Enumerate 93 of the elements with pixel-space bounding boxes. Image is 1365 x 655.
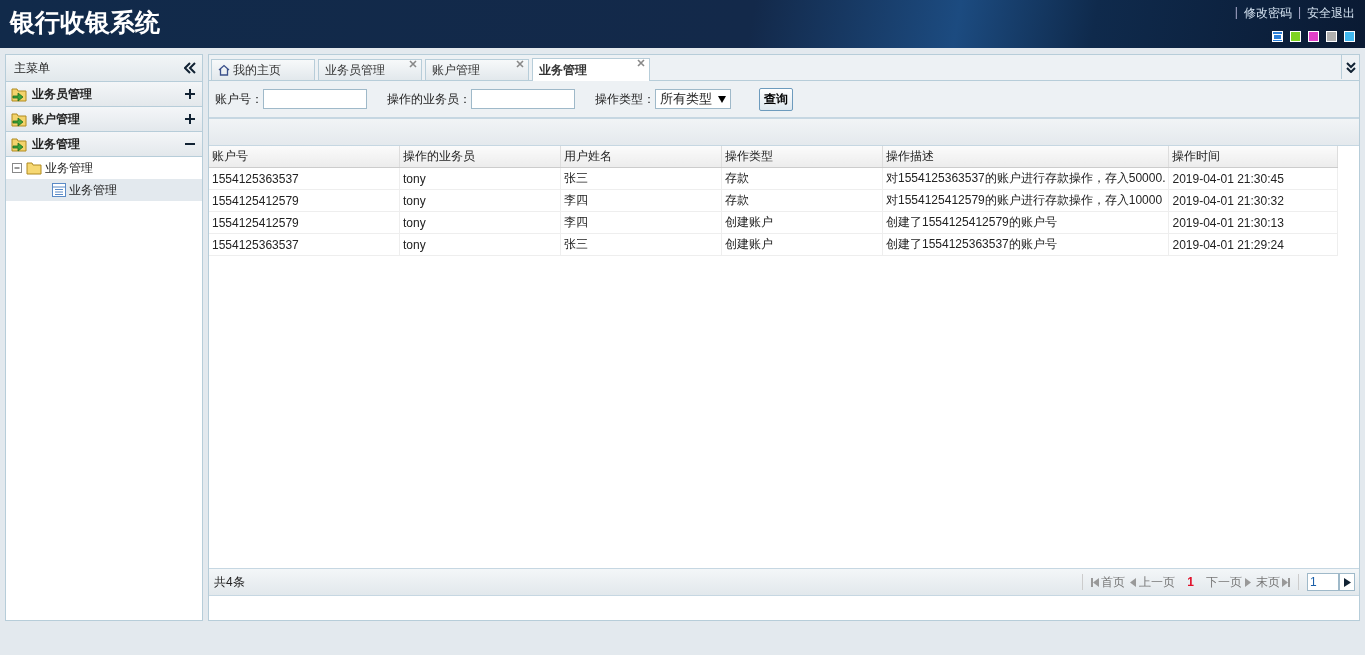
menu-section-label: 账户管理 [32, 110, 80, 128]
menu-section[interactable]: 业务管理 [6, 132, 202, 157]
page-input[interactable]: 1 [1307, 573, 1339, 591]
table-cell: 2019-04-01 21:30:45 [1168, 167, 1338, 190]
field-label: 操作的业务员： [387, 90, 471, 108]
tree-item[interactable]: 业务管理 [6, 179, 202, 201]
tab-menu-button[interactable] [1341, 55, 1359, 79]
pager-link[interactable]: 上一页 [1129, 573, 1176, 591]
first-page-icon [1091, 576, 1100, 588]
collapse-box-icon [12, 162, 23, 174]
table-cell: 创建账户 [721, 211, 883, 234]
theme-swatch[interactable] [1308, 31, 1319, 42]
tab-label: 我的主页 [233, 61, 281, 79]
table-cell: 创建账户 [721, 233, 883, 256]
tree-item-label: 业务管理 [69, 181, 117, 199]
field-label: 账户号： [215, 90, 263, 108]
record-count: 共4条 [214, 573, 245, 591]
tree-item-label: 业务管理 [45, 159, 93, 177]
app-title: 银行收银系统 [8, 7, 161, 38]
close-icon [637, 59, 645, 67]
separator: | [1297, 5, 1301, 21]
theme-swatch[interactable] [1344, 31, 1355, 42]
play-icon [1343, 577, 1351, 587]
column-header[interactable]: 账户号 [209, 146, 400, 168]
menu-section[interactable]: 账户管理 [6, 107, 202, 132]
folder-arrow-icon [11, 86, 27, 102]
tab-label: 业务员管理 [325, 61, 385, 79]
table-cell: 2019-04-01 21:30:32 [1168, 189, 1338, 212]
tab[interactable]: 账户管理 [425, 59, 529, 80]
table-cell: 1554125412579 [209, 189, 400, 212]
theme-swatch[interactable] [1272, 31, 1283, 42]
prev-page-icon [1129, 576, 1138, 588]
table-cell: 存款 [721, 189, 883, 212]
tab[interactable]: 业务管理 [532, 58, 650, 81]
table-cell: tony [399, 189, 561, 212]
pager-link[interactable]: 首页 [1091, 573, 1126, 591]
tree-item[interactable]: 业务管理 [6, 157, 202, 179]
table-cell: 创建了1554125363537的账户号 [882, 233, 1169, 256]
table-cell: 2019-04-01 21:29:24 [1168, 233, 1338, 256]
table-cell: 对1554125412579的账户进行存款操作，存入10000 [882, 189, 1169, 212]
table-cell: 1554125363537 [209, 233, 400, 256]
tab[interactable]: 业务员管理 [318, 59, 422, 80]
close-icon [409, 60, 417, 68]
sidebar-title: 主菜单 [14, 59, 50, 77]
table-cell: tony [399, 211, 561, 234]
menu-section-label: 业务管理 [32, 135, 80, 153]
table-cell: 李四 [560, 211, 722, 234]
table-cell: 对1554125363537的账户进行存款操作，存入50000. [882, 167, 1169, 190]
tab-label: 业务管理 [539, 61, 587, 79]
field-label: 操作类型： [595, 90, 655, 108]
home-icon [218, 64, 230, 76]
theme-swatch[interactable] [1290, 31, 1301, 42]
folder-arrow-icon [11, 111, 27, 127]
double-chevron-down-icon [1345, 61, 1356, 73]
menu-section[interactable]: 业务员管理 [6, 82, 202, 107]
column-header[interactable]: 操作类型 [721, 146, 883, 168]
table-cell: 2019-04-01 21:30:13 [1168, 211, 1338, 234]
tab-label: 账户管理 [432, 61, 480, 79]
table-cell: 李四 [560, 189, 722, 212]
column-header[interactable]: 用户姓名 [560, 146, 722, 168]
separator: | [1234, 5, 1238, 21]
go-button[interactable] [1339, 573, 1355, 591]
pager-link[interactable]: 下一页 [1206, 573, 1252, 591]
collapse-icon [184, 62, 196, 74]
input-field[interactable] [263, 89, 367, 109]
close-icon [516, 60, 524, 68]
next-page-icon [1244, 576, 1252, 588]
table-cell: 张三 [560, 167, 722, 190]
table-cell: 1554125363537 [209, 167, 400, 190]
pager-link[interactable]: 末页 [1256, 573, 1290, 591]
type-dropdown[interactable]: 所有类型 [655, 89, 731, 109]
tab[interactable]: 我的主页 [211, 59, 315, 80]
theme-swatch[interactable] [1326, 31, 1337, 42]
last-page-icon [1282, 576, 1290, 588]
column-header[interactable]: 操作时间 [1168, 146, 1338, 168]
table-cell: 创建了1554125412579的账户号 [882, 211, 1169, 234]
input-field[interactable] [471, 89, 575, 109]
column-header[interactable]: 操作的业务员 [399, 146, 561, 168]
current-page: 1 [1187, 575, 1194, 589]
search-button[interactable]: 查询 [759, 87, 793, 111]
menu-section-label: 业务员管理 [32, 85, 92, 103]
column-header[interactable]: 操作描述 [882, 146, 1169, 168]
folder-icon [26, 160, 42, 176]
table-cell: tony [399, 233, 561, 256]
header-link[interactable]: 安全退出 [1307, 5, 1355, 22]
table-icon [52, 183, 66, 197]
table-cell: tony [399, 167, 561, 190]
dropdown-arrow-icon [718, 95, 726, 103]
header-link[interactable]: 修改密码 [1243, 5, 1292, 22]
folder-arrow-icon [11, 136, 27, 152]
table-cell: 1554125412579 [209, 211, 400, 234]
table-cell: 张三 [560, 233, 722, 256]
table-cell: 存款 [721, 167, 883, 190]
